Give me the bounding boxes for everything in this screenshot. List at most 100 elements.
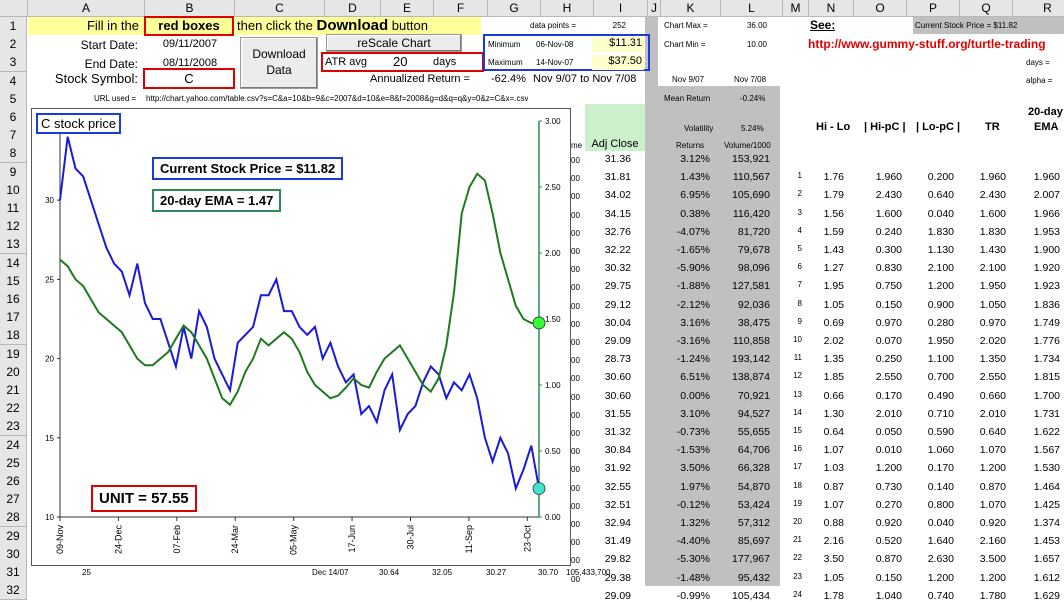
table-cell-tr[interactable]: 1.950 [962, 280, 1006, 292]
table-cell-adj[interactable]: 30.60 [587, 390, 631, 402]
row-header[interactable]: 21 [0, 381, 27, 400]
table-cell-lopc[interactable]: 1.640 [910, 535, 954, 547]
table-cell-ret[interactable]: -0.99% [660, 590, 710, 602]
column-header[interactable]: L [721, 0, 783, 17]
table-cell-vol[interactable]: 105,434 [714, 590, 770, 602]
table-cell-ema[interactable]: 1.425 [1018, 499, 1060, 511]
table-cell-tr[interactable]: 1.430 [962, 244, 1006, 256]
row-header[interactable]: 6 [0, 108, 27, 127]
table-cell-hilo[interactable]: 1.05 [812, 572, 844, 584]
table-cell-ema[interactable]: 1.453 [1018, 535, 1060, 547]
table-cell-ema[interactable]: 1.374 [1018, 517, 1060, 529]
table-cell-adj[interactable]: 28.73 [587, 353, 631, 365]
table-cell-ret[interactable]: -4.40% [660, 535, 710, 547]
table-cell-ema[interactable]: 1.920 [1018, 262, 1060, 274]
table-cell-idx[interactable]: 20 [790, 517, 802, 526]
column-header[interactable]: I [594, 0, 648, 17]
row-header[interactable]: 3 [0, 53, 27, 73]
table-cell-ret[interactable]: -0.12% [660, 499, 710, 511]
table-cell-ret[interactable]: -1.53% [660, 444, 710, 456]
table-cell-idx[interactable]: 14 [790, 408, 802, 417]
table-cell-vol[interactable]: 110,567 [714, 171, 770, 183]
table-cell-hilo[interactable]: 0.69 [812, 317, 844, 329]
column-header[interactable]: P [907, 0, 960, 17]
table-cell-hilo[interactable]: 1.07 [812, 499, 844, 511]
table-cell-hipc[interactable]: 1.960 [858, 171, 902, 183]
column-header[interactable]: C [235, 0, 325, 17]
download-data-button[interactable]: Download Data [240, 37, 318, 89]
table-cell-tr[interactable]: 0.640 [962, 426, 1006, 438]
table-cell-tr[interactable]: 1.200 [962, 462, 1006, 474]
table-cell-ema[interactable]: 1.567 [1018, 444, 1060, 456]
table-cell-ema[interactable]: 1.815 [1018, 371, 1060, 383]
table-cell-hilo[interactable]: 1.35 [812, 353, 844, 365]
table-cell-idx[interactable]: 22 [790, 553, 802, 562]
column-header[interactable]: D [325, 0, 381, 17]
table-cell-ret[interactable]: 0.00% [660, 390, 710, 402]
table-cell-vol[interactable]: 79,678 [714, 244, 770, 256]
table-cell-hipc[interactable]: 0.010 [858, 444, 902, 456]
table-cell-lopc[interactable]: 0.700 [910, 371, 954, 383]
table-cell-hilo[interactable]: 0.66 [812, 390, 844, 402]
column-header[interactable]: K [661, 0, 721, 17]
table-cell-lopc[interactable]: 1.060 [910, 444, 954, 456]
row-header[interactable]: 26 [0, 472, 27, 491]
table-cell-tr[interactable]: 2.550 [962, 371, 1006, 383]
row-header[interactable]: 22 [0, 399, 27, 419]
table-cell-hipc[interactable]: 1.040 [858, 590, 902, 602]
column-header[interactable]: E [381, 0, 434, 17]
table-cell-adj[interactable]: 32.22 [587, 244, 631, 256]
see-link[interactable]: http://www.gummy-stuff.org/turtle-tradin… [808, 37, 1046, 51]
table-cell-tr[interactable]: 3.500 [962, 553, 1006, 565]
table-cell-lopc[interactable]: 0.140 [910, 481, 954, 493]
table-cell-lopc[interactable]: 0.200 [910, 171, 954, 183]
column-header[interactable]: J [648, 0, 661, 17]
row-header[interactable]: 8 [0, 144, 27, 164]
column-header[interactable]: N [809, 0, 854, 17]
table-cell-ema[interactable]: 1.776 [1018, 335, 1060, 347]
table-cell-adj[interactable]: 31.55 [587, 408, 631, 420]
table-cell-hilo[interactable]: 1.27 [812, 262, 844, 274]
row-header[interactable]: 11 [0, 199, 27, 218]
table-cell-hipc[interactable]: 0.170 [858, 390, 902, 402]
table-cell-lopc[interactable]: 1.950 [910, 335, 954, 347]
table-cell-tr[interactable]: 1.960 [962, 171, 1006, 183]
table-cell-idx[interactable]: 12 [790, 371, 802, 380]
chart-area[interactable]: 1015202530350.000.501.001.502.002.503.00… [31, 108, 571, 566]
table-cell-lopc[interactable]: 0.640 [910, 189, 954, 201]
table-cell-ret[interactable]: -2.12% [660, 299, 710, 311]
row-header[interactable]: 2 [0, 35, 27, 55]
table-cell-hilo[interactable]: 2.02 [812, 335, 844, 347]
table-cell-tr[interactable]: 0.970 [962, 317, 1006, 329]
table-cell-vol[interactable]: 53,424 [714, 499, 770, 511]
rescale-chart-button[interactable]: reScale Chart [326, 34, 462, 52]
table-cell-vol[interactable]: 177,967 [714, 553, 770, 565]
table-cell-ret[interactable]: 6.51% [660, 371, 710, 383]
table-cell-lopc[interactable]: 0.590 [910, 426, 954, 438]
table-cell-hipc[interactable]: 2.430 [858, 189, 902, 201]
column-header[interactable]: A [28, 0, 145, 17]
table-cell-adj[interactable]: 31.92 [587, 462, 631, 474]
table-cell-tr[interactable]: 0.920 [962, 517, 1006, 529]
table-cell-ema[interactable]: 1.960 [1018, 171, 1060, 183]
table-cell-vol[interactable]: 127,581 [714, 280, 770, 292]
table-cell-ret[interactable]: 6.95% [660, 189, 710, 201]
row-header[interactable]: 24 [0, 435, 27, 455]
table-cell-idx[interactable]: 6 [790, 262, 802, 271]
table-cell-idx[interactable]: 8 [790, 299, 802, 308]
table-cell-lopc[interactable]: 0.710 [910, 408, 954, 420]
table-cell-ema[interactable]: 1.734 [1018, 353, 1060, 365]
table-cell-ema[interactable]: 1.953 [1018, 226, 1060, 238]
row-header[interactable]: 31 [0, 563, 27, 582]
table-cell-adj[interactable]: 32.76 [587, 226, 631, 238]
row-header[interactable]: 5 [0, 89, 27, 109]
table-cell-vol[interactable]: 55,655 [714, 426, 770, 438]
table-cell-tr[interactable]: 1.070 [962, 444, 1006, 456]
table-cell-ret[interactable]: 3.12% [660, 153, 710, 165]
table-cell-lopc[interactable]: 1.200 [910, 280, 954, 292]
table-cell-adj[interactable]: 34.02 [587, 189, 631, 201]
table-cell-tr[interactable]: 2.160 [962, 535, 1006, 547]
table-cell-hilo[interactable]: 1.43 [812, 244, 844, 256]
table-cell-lopc[interactable]: 2.100 [910, 262, 954, 274]
column-header[interactable]: M [783, 0, 809, 17]
